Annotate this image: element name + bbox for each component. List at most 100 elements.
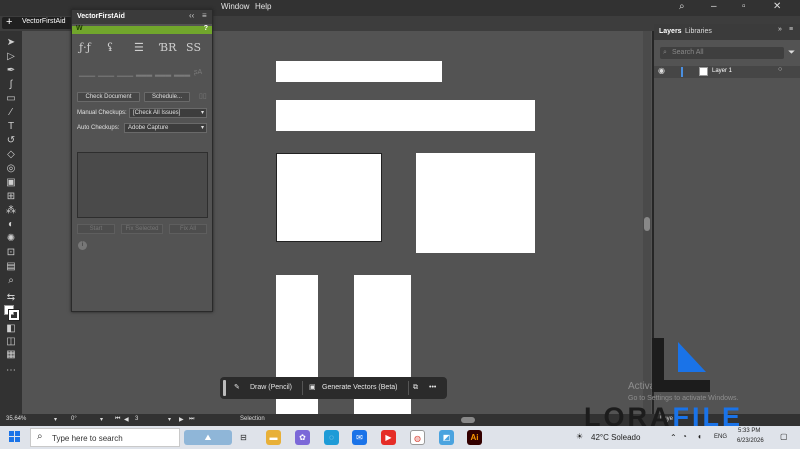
schedule-button[interactable]: Schedule... [144, 92, 190, 102]
panel-menu-icon[interactable]: ≡ [789, 26, 793, 33]
chevron-down-icon[interactable]: ▾ [54, 416, 57, 423]
search-icon[interactable]: ⌕ [679, 1, 685, 12]
chrome-icon[interactable]: ◍ [410, 430, 425, 445]
generate-vectors-button[interactable]: Generate Vectors (Beta) [322, 381, 397, 395]
more-tools-icon[interactable]: ⋯ [5, 365, 17, 377]
fix-raster-icon[interactable]: ƁR [160, 41, 176, 54]
symbol-sprayer-tool-icon[interactable]: ✺ [5, 233, 17, 245]
document-tab[interactable]: + VectorFirstAid [2, 16, 72, 29]
photos-icon[interactable]: ◩ [439, 430, 454, 445]
minimize-icon[interactable]: – [711, 1, 717, 12]
copilot-icon[interactable]: ✿ [295, 430, 310, 445]
direct-selection-tool-icon[interactable]: ▷ [5, 51, 17, 63]
horizontal-scroll-thumb[interactable] [461, 417, 475, 423]
mail-icon[interactable]: ✉ [352, 430, 367, 445]
fix-curves-icon[interactable]: ƒ·ƒ [79, 41, 91, 54]
eraser-tool-icon[interactable]: ◇ [5, 149, 17, 161]
illustrator-icon[interactable]: Ai [467, 430, 482, 445]
task-view-icon[interactable]: ⊟ [236, 430, 251, 445]
layers-search-input[interactable]: ⌕ Search All [660, 47, 784, 59]
start-button[interactable]: Start [77, 224, 115, 234]
panel-menu-icon[interactable]: ≡ [202, 11, 207, 20]
vfa-help-button[interactable]: ? [204, 25, 208, 32]
zoom-level[interactable]: 35.64% [6, 416, 26, 422]
fix-selected-button[interactable]: Fix Selected [121, 224, 163, 234]
artboard-number[interactable]: 3 [135, 416, 138, 422]
tab-libraries[interactable]: Libraries [685, 28, 712, 35]
fix-text-icon[interactable]: ☰ [134, 41, 144, 54]
show-hidden-icons[interactable]: ⌃ [670, 433, 677, 442]
weather-text[interactable]: 42°C Soleado [591, 433, 640, 442]
selection-tool-icon[interactable]: ➤ [5, 37, 17, 49]
fix-anchors-icon[interactable]: ʢ [107, 41, 113, 54]
info-icon[interactable]: i [78, 241, 87, 250]
swap-colors-icon[interactable]: ⇆ [5, 292, 17, 304]
windows-start-icon[interactable] [9, 431, 21, 443]
layer-name[interactable]: Layer 1 [712, 68, 732, 74]
type-tool-icon[interactable]: T [5, 121, 17, 133]
rotate-tool-icon[interactable]: ↺ [5, 135, 17, 147]
check-document-button[interactable]: Check Document [77, 92, 140, 102]
network-icon[interactable]: ◔ [682, 432, 687, 441]
screen-mode-icon[interactable]: ▦ [5, 349, 17, 361]
eyedropper-tool-icon[interactable]: ⁂ [5, 205, 17, 217]
vfa-panel-header[interactable]: VectorFirstAid ‹‹ ≡ [72, 10, 212, 24]
fix-all-button[interactable]: Fix All [169, 224, 207, 234]
tab-layers[interactable]: Layers [659, 28, 682, 35]
checkup-results-area[interactable] [77, 152, 208, 218]
search-highlight-icon[interactable]: ⛰ [184, 430, 232, 445]
first-artboard-icon[interactable]: ⏮ [115, 416, 120, 423]
properties-icon[interactable]: ⧉ [413, 381, 418, 395]
drag-handle[interactable] [223, 380, 226, 396]
draw-mode-icon[interactable]: ◫ [5, 336, 17, 348]
notifications-icon[interactable]: ▢ [780, 432, 788, 441]
clock-date[interactable]: 6/23/2026 [737, 438, 764, 444]
weather-icon[interactable]: ☀ [576, 432, 583, 441]
more-options-button[interactable]: ••• [429, 381, 436, 395]
artboard-rect-2[interactable] [276, 100, 535, 131]
blend-tool-icon[interactable]: ◐ [5, 219, 17, 231]
curvature-tool-icon[interactable]: ∫ [5, 79, 17, 91]
last-artboard-icon[interactable]: ⏭ [189, 416, 194, 423]
file-explorer-icon[interactable]: ▬ [266, 430, 281, 445]
scrollbar-thumb[interactable] [644, 217, 650, 231]
pause-icon[interactable]: ▯▯ [199, 92, 207, 100]
youtube-icon[interactable]: ▶ [381, 430, 396, 445]
chevron-down-icon[interactable]: ▾ [168, 416, 171, 423]
artboard-rect-1[interactable] [276, 61, 442, 82]
pencil-icon[interactable]: ✎ [234, 381, 240, 395]
graph-tool-icon[interactable]: ▤ [5, 261, 17, 273]
artboard-rect-3[interactable] [276, 153, 382, 242]
paintbrush-tool-icon[interactable]: ⁄ [5, 107, 17, 119]
layer-row[interactable]: ◉ Layer 1 ○ [654, 66, 800, 78]
clock-time[interactable]: 5:33 PM [738, 428, 760, 434]
gradient-tool-icon[interactable]: ▣ [5, 177, 17, 189]
rotation-value[interactable]: 0° [71, 416, 77, 422]
restore-icon[interactable]: ▫ [742, 1, 746, 12]
shape-builder-tool-icon[interactable]: ◎ [5, 163, 17, 175]
close-icon[interactable]: ✕ [773, 1, 781, 12]
prev-artboard-icon[interactable]: ◀ [124, 416, 129, 423]
next-artboard-icon[interactable]: ▶ [179, 416, 184, 423]
generate-vectors-icon[interactable]: ▣ [309, 381, 316, 395]
menu-window[interactable]: Window [221, 2, 249, 11]
collapse-icon[interactable]: ‹‹ [189, 11, 194, 20]
chevron-down-icon[interactable]: ▾ [100, 416, 103, 423]
edge-icon[interactable]: ◌ [324, 430, 339, 445]
language-indicator[interactable]: ENG [714, 434, 727, 440]
mesh-tool-icon[interactable]: ⊞ [5, 191, 17, 203]
artboard-rect-4[interactable] [416, 153, 535, 253]
auto-checkups-select[interactable]: Adobe Capture ▾ [124, 123, 207, 133]
color-mode-icon[interactable]: ◧ [5, 323, 17, 335]
fix-strokes-icon[interactable]: ЅЅ [186, 41, 201, 54]
pen-tool-icon[interactable]: ✒ [5, 65, 17, 77]
collapse-icon[interactable]: » [778, 26, 782, 33]
artboard-tool-icon[interactable]: ⊡ [5, 247, 17, 259]
draw-pencil-button[interactable]: Draw (Pencil) [250, 381, 292, 395]
filter-icon[interactable]: ⏷ [788, 47, 795, 58]
volume-icon[interactable]: ◖ [697, 432, 702, 441]
stroke-swatch[interactable] [8, 309, 20, 321]
rectangle-tool-icon[interactable]: ▭ [5, 93, 17, 105]
taskbar-search-input[interactable]: ⌕ Type here to search [30, 428, 180, 447]
eye-icon[interactable]: ◉ [658, 66, 665, 75]
